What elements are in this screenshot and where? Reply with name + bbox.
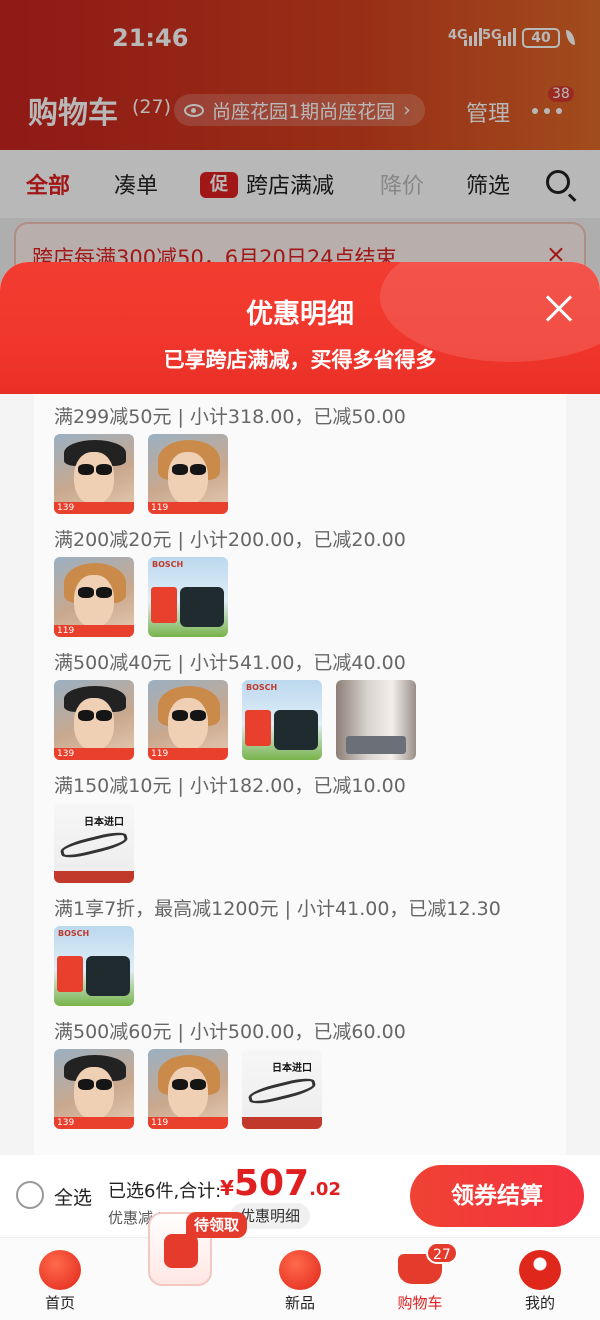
discount-groups: 满299减50元 | 小计318.00，已减50.00 139 119 满200减20… <box>34 394 566 1155</box>
red-envelope-icon <box>164 1234 198 1268</box>
product-thumb-sunglasses[interactable]: 119 <box>54 557 134 637</box>
discount-group: 满299减50元 | 小计318.00，已减50.00 139 119 <box>54 402 406 514</box>
tab-cart[interactable]: 27 购物车 <box>360 1238 480 1320</box>
user-icon <box>519 1250 561 1290</box>
discount-group-title: 满299减50元 | 小计318.00，已减50.00 <box>54 406 406 428</box>
discount-group-title: 满150减10元 | 小计182.00，已减10.00 <box>54 775 406 797</box>
product-thumb-bosch[interactable]: BOSCH <box>54 926 134 1006</box>
discount-group: 满500减40元 | 小计541.00，已减40.00 139 119 BOSCH <box>54 648 416 760</box>
product-thumb-sunglasses[interactable]: 119 <box>148 434 228 514</box>
discount-group: 满1享7折，最高减1200元 | 小计41.00，已减12.30 BOSCH <box>54 894 501 1006</box>
discount-group: 满200减20元 | 小计200.00，已减20.00 119 BOSCH <box>54 525 406 637</box>
select-all-checkbox[interactable] <box>16 1181 44 1209</box>
tab-new[interactable]: 新品 <box>240 1238 360 1320</box>
discount-group: 满150减10元 | 小计182.00，已减10.00 日本进口 <box>54 771 406 883</box>
gift-box-icon <box>279 1250 321 1290</box>
checkout-button[interactable]: 领券结算 <box>410 1165 584 1227</box>
total-price: ¥507.02 <box>220 1163 341 1204</box>
product-thumb-sunglasses[interactable]: 119 <box>148 680 228 760</box>
close-icon[interactable] <box>546 296 572 322</box>
home-icon <box>39 1250 81 1290</box>
cart-badge: 27 <box>426 1242 458 1264</box>
sheet-header: 优惠明细 已享跨店满减，买得多省得多 <box>0 262 600 394</box>
product-thumb-sunglasses[interactable]: 139 <box>54 1049 134 1129</box>
sheet-title: 优惠明细 <box>246 299 354 330</box>
checkout-bar: 全选 已选6件,合计: ¥507.02 优惠减:¥315.98 优惠明细 领券结… <box>0 1155 600 1237</box>
product-thumb-sunglasses[interactable]: 119 <box>148 1049 228 1129</box>
bottom-tab-bar: 首页 待领取 新品 27 购物车 我的 <box>0 1212 600 1320</box>
product-thumb-bosch[interactable]: BOSCH <box>242 680 322 760</box>
discount-group-title: 满200减20元 | 小计200.00，已减20.00 <box>54 529 406 551</box>
product-thumb-sunglasses[interactable]: 139 <box>54 434 134 514</box>
discount-group-title: 满1享7折，最高减1200元 | 小计41.00，已减12.30 <box>54 898 501 920</box>
discount-detail-sheet: 优惠明细 已享跨店满减，买得多省得多 满299减50元 | 小计318.00，已… <box>0 262 600 1155</box>
product-thumb-sunglasses[interactable]: 139 <box>54 680 134 760</box>
tab-me[interactable]: 我的 <box>480 1238 600 1320</box>
product-thumb-eyeglasses[interactable]: 日本进口 <box>242 1049 322 1129</box>
discount-group-title: 满500减40元 | 小计541.00，已减40.00 <box>54 652 406 674</box>
discount-group: 满500减60元 | 小计500.00，已减60.00 139 119 日本进口 <box>54 1017 406 1129</box>
discount-group-title: 满500减60元 | 小计500.00，已减60.00 <box>54 1021 406 1043</box>
tab-home[interactable]: 首页 <box>0 1238 120 1320</box>
product-thumb-curtain[interactable] <box>336 680 416 760</box>
selected-summary: 已选6件,合计: <box>108 1181 222 1202</box>
select-all-label[interactable]: 全选 <box>54 1183 92 1210</box>
product-thumb-bosch[interactable]: BOSCH <box>148 557 228 637</box>
sheet-subtitle: 已享跨店满减，买得多省得多 <box>163 348 437 372</box>
product-thumb-eyeglasses[interactable]: 日本进口 <box>54 803 134 883</box>
coupon-pending-tag[interactable]: 待领取 <box>186 1212 248 1238</box>
